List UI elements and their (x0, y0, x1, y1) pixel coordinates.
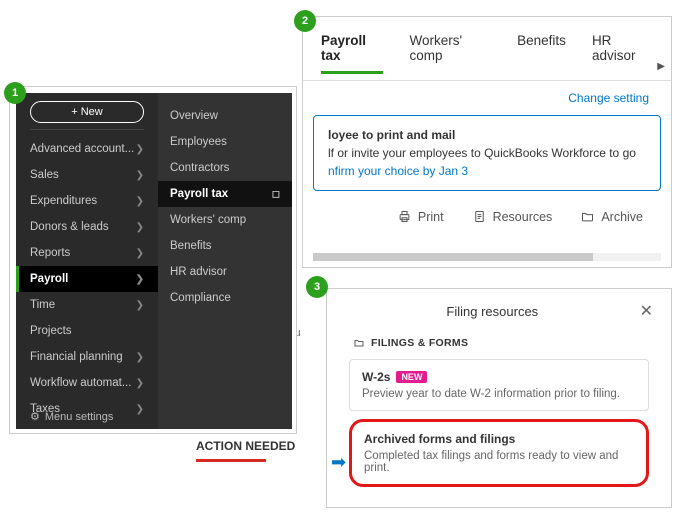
w2-title: W-2s (362, 370, 390, 384)
folder-icon (580, 209, 595, 224)
document-icon (472, 209, 487, 224)
sidebar-item-payroll[interactable]: Payroll❯ (16, 266, 158, 292)
chevron-right-icon: ❯ (136, 144, 144, 155)
w2-desc: Preview year to date W-2 information pri… (362, 388, 636, 400)
chevron-right-icon: ❯ (136, 274, 144, 285)
step-badge-3: 3 (306, 276, 328, 298)
sidebar-item-sales[interactable]: Sales❯ (16, 162, 158, 188)
chevron-right-icon: ❯ (136, 170, 144, 181)
tab-workers-comp[interactable]: Workers' comp (409, 33, 491, 74)
scroll-right-icon[interactable]: ▶ (657, 61, 665, 72)
step-badge-1: 1 (4, 82, 26, 104)
sidebar-item-donors[interactable]: Donors & leads❯ (16, 214, 158, 240)
sidebar-item-time[interactable]: Time❯ (16, 292, 158, 318)
filings-forms-heading: FILINGS & FORMS (327, 327, 671, 357)
submenu-payroll-tax[interactable]: Payroll tax◻ (158, 181, 292, 207)
submenu-contractors[interactable]: Contractors (158, 155, 292, 181)
tab-benefits[interactable]: Benefits (517, 33, 566, 74)
submenu-workers-comp[interactable]: Workers' comp (158, 207, 292, 233)
panel-navigation: + New Advanced account...❯ Sales❯ Expend… (9, 86, 297, 434)
sidebar-item-financial-planning[interactable]: Financial planning❯ (16, 344, 158, 370)
submenu-overview[interactable]: Overview (158, 103, 292, 129)
chevron-right-icon: ❯ (136, 404, 144, 415)
panel-tax-center: Payroll tax Workers' comp Benefits HR ad… (302, 16, 672, 268)
step-badge-2: 2 (294, 10, 316, 32)
action-bar: Print Resources Archive (303, 201, 671, 232)
pointer-arrow-icon: ➡ (331, 452, 346, 473)
sidebar-item-advanced-account[interactable]: Advanced account...❯ (16, 136, 158, 162)
chevron-right-icon: ❯ (136, 300, 144, 311)
sidebar-item-expenditures[interactable]: Expenditures❯ (16, 188, 158, 214)
print-button[interactable]: Print (397, 209, 444, 224)
notice-box: loyee to print and mail lf or invite you… (313, 115, 661, 191)
sidebar: + New Advanced account...❯ Sales❯ Expend… (16, 93, 292, 429)
tax-tabs: Payroll tax Workers' comp Benefits HR ad… (303, 17, 671, 81)
notice-link[interactable]: nfirm your choice by Jan 3 (328, 162, 646, 180)
resources-button[interactable]: Resources (472, 209, 553, 224)
chevron-right-icon: ❯ (136, 222, 144, 233)
action-needed-indicator (196, 459, 266, 462)
chevron-right-icon: ❯ (136, 248, 144, 259)
notice-text: lf or invite your employees to QuickBook… (328, 144, 646, 162)
sidebar-item-workflow[interactable]: Workflow automat...❯ (16, 370, 158, 396)
tab-hr-advisor[interactable]: HR advisor (592, 33, 653, 74)
gear-icon: ⚙ (30, 410, 40, 423)
submenu-benefits[interactable]: Benefits (158, 233, 292, 259)
sidebar-item-projects[interactable]: Projects (16, 318, 158, 344)
archived-desc: Completed tax filings and forms ready to… (364, 450, 634, 474)
horizontal-scrollbar[interactable] (313, 253, 661, 261)
notice-title: loyee to print and mail (328, 126, 646, 144)
filing-card-w2[interactable]: W-2s NEW Preview year to date W-2 inform… (349, 359, 649, 411)
printer-icon (397, 209, 412, 224)
new-button[interactable]: + New (30, 101, 144, 123)
filing-resources-header: Filing resources ✕ (327, 289, 671, 327)
filing-card-archived[interactable]: Archived forms and filings Completed tax… (349, 419, 649, 487)
sidebar-item-reports[interactable]: Reports❯ (16, 240, 158, 266)
submenu-employees[interactable]: Employees (158, 129, 292, 155)
bookmark-icon: ◻ (272, 189, 280, 200)
archived-title: Archived forms and filings (364, 432, 515, 446)
sidebar-primary: + New Advanced account...❯ Sales❯ Expend… (16, 93, 158, 429)
change-setting-link[interactable]: Change setting (303, 81, 671, 111)
panel-filing-resources: Filing resources ✕ FILINGS & FORMS W-2s … (326, 288, 672, 508)
chevron-right-icon: ❯ (136, 196, 144, 207)
chevron-right-icon: ❯ (136, 378, 144, 389)
submenu-hr-advisor[interactable]: HR advisor (158, 259, 292, 285)
chevron-right-icon: ❯ (136, 352, 144, 363)
tab-payroll-tax[interactable]: Payroll tax (321, 33, 383, 74)
new-badge: NEW (396, 371, 427, 383)
action-needed-heading: ACTION NEEDED (196, 439, 306, 453)
folder-icon (353, 337, 365, 349)
menu-settings-link[interactable]: ⚙ Menu settings (30, 410, 113, 423)
filing-resources-title: Filing resources (446, 304, 538, 319)
sidebar-submenu: Overview Employees Contractors Payroll t… (158, 93, 292, 429)
close-icon[interactable]: ✕ (640, 301, 653, 321)
archive-button[interactable]: Archive (580, 209, 643, 224)
submenu-compliance[interactable]: Compliance (158, 285, 292, 311)
